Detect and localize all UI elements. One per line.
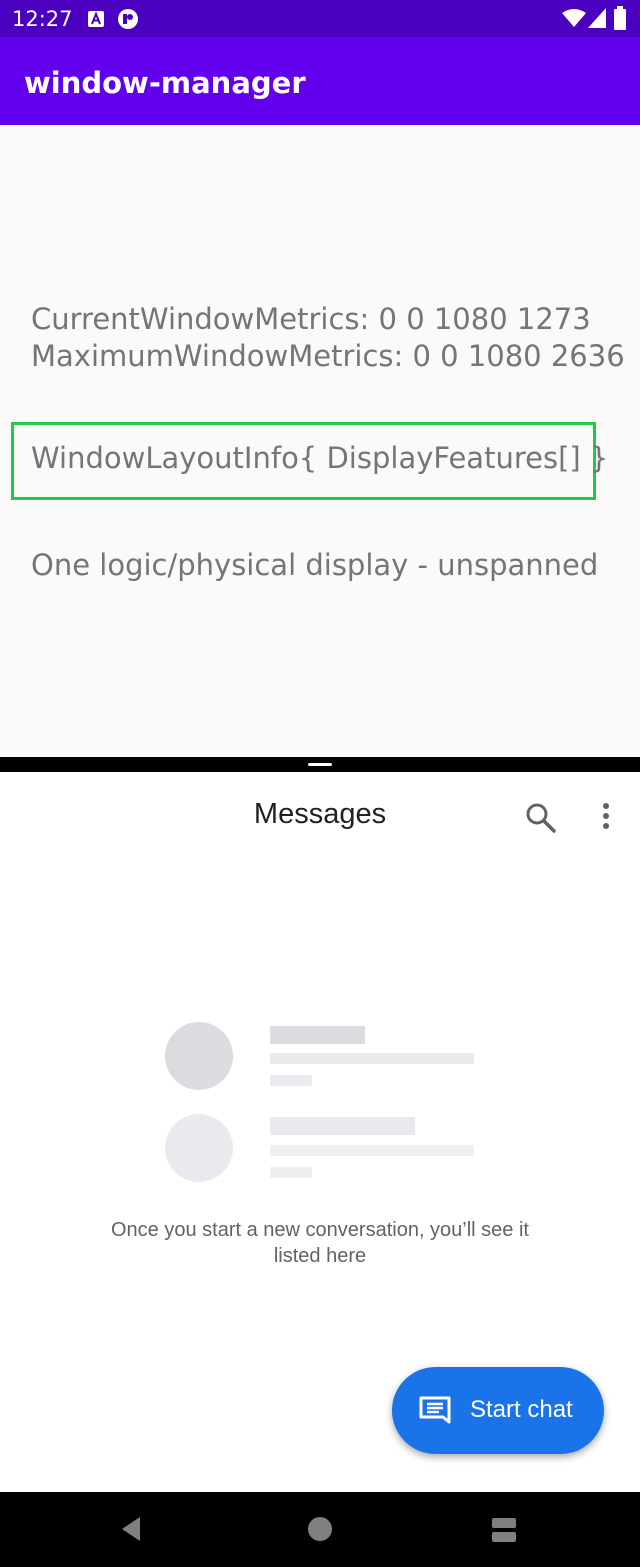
home-icon[interactable] xyxy=(306,1515,334,1543)
messages-app: Messages Once you start a new conversati… xyxy=(0,772,640,1492)
search-icon[interactable] xyxy=(520,797,560,837)
divider-handle[interactable] xyxy=(308,763,332,766)
chat-icon xyxy=(419,1396,451,1424)
window-layout-info: WindowLayoutInfo{ DisplayFeatures[] } xyxy=(31,441,609,475)
navigation-bar xyxy=(0,1492,640,1567)
window-metrics: CurrentWindowMetrics: 0 0 1080 1273 Maxi… xyxy=(31,301,625,375)
battery-icon xyxy=(614,6,626,30)
empty-state-message: Once you start a new conversation, you’l… xyxy=(0,1217,640,1269)
vpn-icon xyxy=(118,9,138,29)
recents-icon[interactable] xyxy=(490,1516,518,1544)
display-state: One logic/physical display - unspanned xyxy=(31,548,599,582)
more-vert-icon[interactable] xyxy=(590,797,622,837)
window-manager-content: CurrentWindowMetrics: 0 0 1080 1273 Maxi… xyxy=(0,125,640,757)
app-title: window-manager xyxy=(24,66,306,100)
empty-state-line-1: Once you start a new conversation, you’l… xyxy=(111,1219,529,1241)
empty-state-line-2: listed here xyxy=(273,1245,367,1267)
status-time: 12:27 xyxy=(12,7,73,31)
a-icon xyxy=(88,11,104,27)
start-chat-button[interactable]: Start chat xyxy=(392,1367,604,1454)
start-chat-label: Start chat xyxy=(470,1396,573,1423)
back-icon[interactable] xyxy=(118,1515,146,1543)
status-bar: 12:27 xyxy=(0,0,640,37)
wifi-icon xyxy=(562,9,586,27)
app-bar: window-manager xyxy=(0,37,640,125)
maximum-window-metrics: MaximumWindowMetrics: 0 0 1080 2636 xyxy=(31,339,625,373)
signal-icon xyxy=(588,8,606,28)
current-window-metrics: CurrentWindowMetrics: 0 0 1080 1273 xyxy=(31,302,591,336)
empty-state-illustration xyxy=(165,1022,474,1182)
